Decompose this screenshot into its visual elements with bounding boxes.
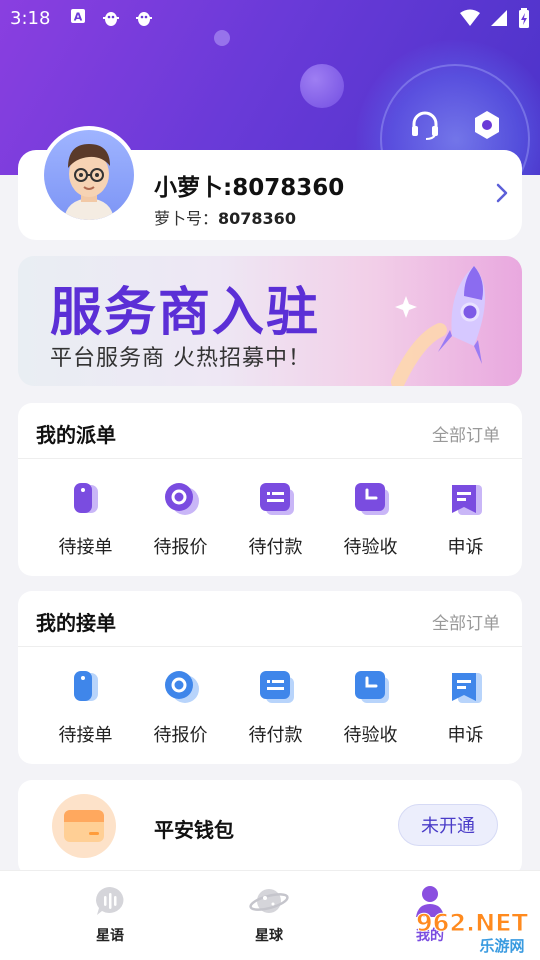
pending-acceptance-icon bbox=[351, 479, 391, 519]
receive-item-appeal[interactable]: 申诉 bbox=[418, 667, 513, 747]
receive-title: 我的接单 bbox=[36, 611, 116, 635]
item-label: 待报价 bbox=[153, 725, 208, 746]
receive-item-pending-quote[interactable]: 待报价 bbox=[133, 667, 228, 747]
my-dispatch-card: 我的派单 全部订单 待接单 待报价 待付款 待验收 申诉 bbox=[18, 403, 522, 576]
avatar[interactable] bbox=[40, 126, 138, 224]
battery-icon bbox=[518, 8, 530, 33]
headset-icon[interactable] bbox=[408, 108, 442, 142]
nav-label: 星语 bbox=[96, 928, 124, 944]
svg-text:A: A bbox=[74, 11, 83, 24]
item-label: 待接单 bbox=[58, 725, 113, 746]
dispatch-title: 我的派单 bbox=[36, 423, 116, 447]
pending-payment-icon bbox=[256, 667, 296, 707]
decor-orb bbox=[300, 64, 344, 108]
item-label: 申诉 bbox=[447, 537, 484, 558]
rocket-icon bbox=[391, 266, 485, 386]
receive-all-orders-link[interactable]: 全部订单 bbox=[432, 609, 500, 634]
chevron-right-icon[interactable] bbox=[495, 182, 509, 210]
watermark-logo: 962.NET 乐游网 bbox=[415, 909, 529, 956]
pending-quote-icon bbox=[161, 667, 201, 707]
banner-subtitle: 平台服务商 火热招募中！ bbox=[50, 346, 311, 371]
status-time: 3:18 bbox=[10, 8, 51, 29]
wallet-icon bbox=[52, 794, 116, 858]
profile-name: 小萝卜:8078360 bbox=[154, 175, 345, 201]
appeal-icon bbox=[446, 667, 486, 707]
bug-icon bbox=[100, 8, 122, 33]
planet-icon bbox=[249, 889, 289, 913]
wallet-card[interactable]: 平安钱包 未开通 bbox=[18, 780, 522, 876]
dispatch-all-orders-link[interactable]: 全部订单 bbox=[432, 421, 500, 446]
signal-icon bbox=[490, 9, 508, 32]
dispatch-item-pending-acceptance[interactable]: 待验收 bbox=[323, 479, 418, 559]
pending-accept-icon bbox=[66, 479, 106, 519]
status-bar: 3:18 A bbox=[0, 0, 540, 40]
provider-banner[interactable]: 服务商入驻 平台服务商 火热招募中！ bbox=[18, 256, 522, 386]
appeal-icon bbox=[446, 479, 486, 519]
item-label: 待付款 bbox=[248, 537, 303, 558]
item-label: 待验收 bbox=[343, 725, 398, 746]
profile-id: 萝卜号：8078360 bbox=[154, 205, 296, 229]
profile-id-label: 萝卜号： bbox=[154, 209, 219, 228]
pending-acceptance-icon bbox=[351, 667, 391, 707]
item-label: 待验收 bbox=[343, 537, 398, 558]
item-label: 待付款 bbox=[248, 725, 303, 746]
receive-item-pending-acceptance[interactable]: 待验收 bbox=[323, 667, 418, 747]
profile-id-value: 8078360 bbox=[218, 209, 296, 228]
watermark-sub: 乐游网 bbox=[479, 937, 524, 955]
nav-label: 星球 bbox=[255, 928, 283, 944]
a-icon: A bbox=[70, 8, 86, 29]
item-label: 申诉 bbox=[447, 725, 484, 746]
receive-item-pending-accept[interactable]: 待接单 bbox=[38, 667, 133, 747]
pending-accept-icon bbox=[66, 667, 106, 707]
item-label: 待报价 bbox=[153, 537, 208, 558]
item-label: 待接单 bbox=[58, 537, 113, 558]
wallet-name: 平安钱包 bbox=[154, 818, 234, 842]
dispatch-item-pending-accept[interactable]: 待接单 bbox=[38, 479, 133, 559]
nav-tab-xingqiu[interactable]: 星球 bbox=[229, 885, 309, 945]
nav-tab-xingyu[interactable]: 星语 bbox=[70, 885, 150, 945]
watermark-brand: 962.NET bbox=[416, 909, 529, 937]
pending-payment-icon bbox=[256, 479, 296, 519]
dispatch-item-pending-quote[interactable]: 待报价 bbox=[133, 479, 228, 559]
banner-title: 服务商入驻 bbox=[50, 283, 321, 343]
chat-bubble-icon bbox=[96, 887, 124, 915]
wallet-activate-button[interactable]: 未开通 bbox=[398, 804, 498, 846]
dispatch-item-appeal[interactable]: 申诉 bbox=[418, 479, 513, 559]
receive-item-pending-payment[interactable]: 待付款 bbox=[228, 667, 323, 747]
wifi-icon bbox=[460, 9, 480, 32]
dispatch-item-pending-payment[interactable]: 待付款 bbox=[228, 479, 323, 559]
pending-quote-icon bbox=[161, 479, 201, 519]
my-receive-card: 我的接单 全部订单 待接单 待报价 待付款 待验收 申诉 bbox=[18, 591, 522, 764]
hex-settings-icon[interactable] bbox=[470, 108, 504, 142]
bug-icon bbox=[133, 8, 155, 33]
